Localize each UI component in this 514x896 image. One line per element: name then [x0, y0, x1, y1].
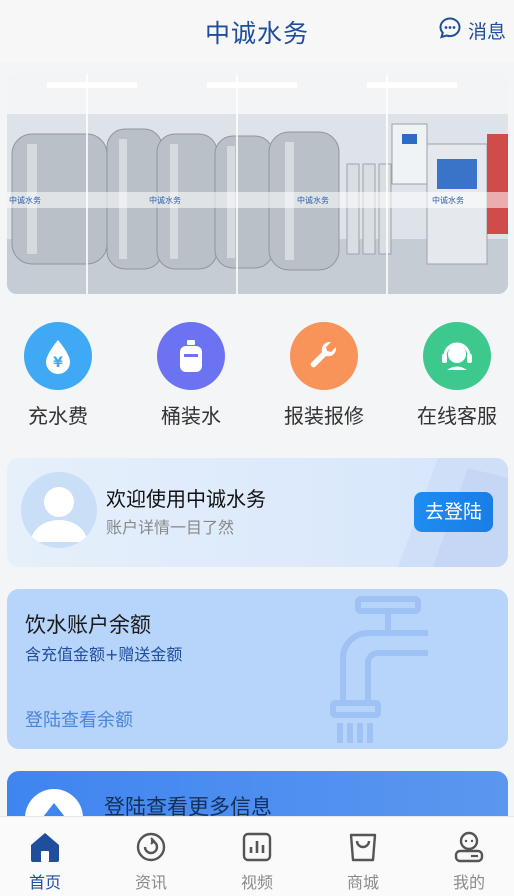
- home-icon: [28, 833, 62, 867]
- banner-image[interactable]: 中诚水务 中诚水务 中诚水务 中诚水务: [7, 74, 508, 294]
- user-icon: [452, 831, 486, 867]
- balance-card[interactable]: 饮水账户余额 含充值金额+赠送金额 登陆查看余额: [7, 589, 508, 749]
- tab-video[interactable]: 视频: [222, 831, 292, 893]
- action-label-bottled-water: 桶装水: [161, 404, 221, 428]
- tab-mall[interactable]: 商城: [328, 831, 398, 893]
- tab-label-mine: 我的: [452, 873, 485, 892]
- banner-brand-text-4: 中诚水务: [432, 195, 464, 205]
- action-online-service[interactable]: 在线客服: [397, 322, 514, 429]
- tab-label-mall: 商城: [346, 873, 379, 892]
- video-chart-icon: [240, 832, 274, 867]
- messages-label: 消息: [467, 20, 506, 43]
- action-bottled-water[interactable]: 桶装水: [131, 322, 251, 429]
- tab-home[interactable]: 首页: [10, 831, 80, 893]
- wrench-icon: [290, 322, 358, 390]
- tab-news[interactable]: 资讯: [116, 831, 186, 893]
- banner-brand-text-3: 中诚水务: [297, 195, 329, 205]
- banner-brand-text-2: 中诚水务: [149, 195, 181, 205]
- view-balance-link[interactable]: 登陆查看余额: [25, 706, 133, 732]
- action-label-install-repair: 报装报修: [284, 404, 364, 428]
- water-treatment-equipment-illustration: 中诚水务 中诚水务 中诚水务 中诚水务: [7, 74, 508, 294]
- page-title: 中诚水务: [204, 19, 309, 48]
- login-card: 欢迎使用中诚水务 账户详情一目了然 去登陆: [7, 458, 508, 567]
- action-install-repair[interactable]: 报装报修: [264, 322, 384, 429]
- news-icon: [134, 832, 168, 867]
- welcome-subtitle: 账户详情一目了然: [106, 518, 235, 537]
- login-button[interactable]: 去登陆: [414, 492, 493, 532]
- action-recharge-water-fee[interactable]: ¥ 充水费: [0, 322, 118, 429]
- water-bottle-icon: [157, 322, 225, 390]
- tab-label-video: 视频: [240, 873, 273, 892]
- water-faucet-icon: [330, 596, 428, 743]
- banner-brand-text-1: 中诚水务: [9, 195, 41, 205]
- tab-mine[interactable]: 我的: [434, 831, 504, 893]
- bottom-tab-bar: 首页 资讯 视频 商城 我的: [0, 816, 514, 896]
- app-header: 中诚水务 消息: [0, 0, 514, 62]
- avatar: [21, 472, 97, 548]
- balance-subtitle: 含充值金额+赠送金额: [25, 645, 183, 664]
- headset-agent-icon: [423, 322, 491, 390]
- messages-button[interactable]: 消息: [438, 16, 506, 44]
- balance-title: 饮水账户余额: [25, 613, 151, 637]
- action-label-online-service: 在线客服: [417, 404, 497, 428]
- svg-text:¥: ¥: [53, 355, 63, 371]
- water-drop-yen-icon: ¥: [24, 322, 92, 390]
- action-label-recharge: 充水费: [28, 404, 88, 428]
- welcome-text: 欢迎使用中诚水务: [106, 487, 266, 511]
- chat-bubble-icon: [438, 16, 462, 44]
- tab-label-home: 首页: [28, 873, 61, 892]
- quick-actions: ¥ 充水费 桶装水 报装报修 在线客服: [0, 322, 514, 432]
- shopping-bag-icon: [346, 833, 380, 867]
- tab-label-news: 资讯: [134, 873, 167, 892]
